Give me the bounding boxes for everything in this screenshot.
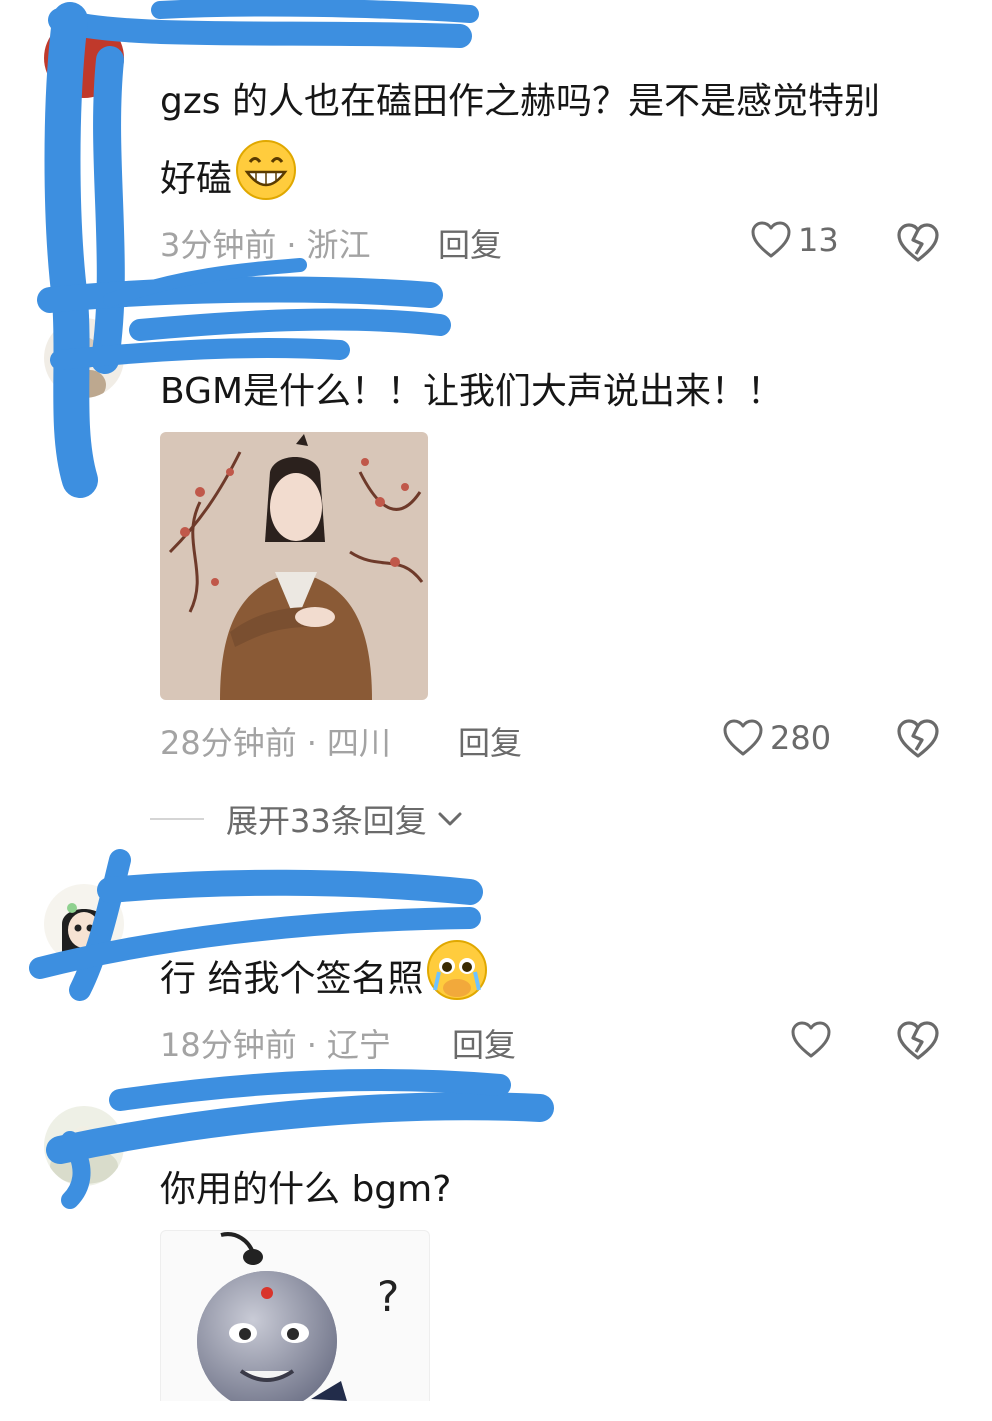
comment-time: 28分钟前: [160, 724, 297, 762]
comment-time: 18分钟前: [160, 1026, 297, 1064]
comment-time: 3分钟前: [160, 226, 277, 264]
separator: ·: [306, 724, 317, 762]
heart-icon: [723, 719, 763, 756]
reply-button[interactable]: 回复: [458, 718, 522, 764]
heart-icon: [791, 1021, 831, 1058]
question-mark: ?: [377, 1272, 399, 1321]
dislike-icon[interactable]: [895, 220, 941, 266]
comment-text: gzs 的人也在磕田作之赫吗？是不是感觉特别: [160, 81, 880, 122]
comment-text: 你用的什么 bgm?: [160, 1169, 452, 1210]
like-button[interactable]: 280: [722, 718, 831, 758]
chevron-down-icon: [438, 812, 462, 826]
dislike-icon[interactable]: [895, 716, 941, 762]
like-button[interactable]: 13: [750, 220, 839, 260]
like-count: 13: [798, 221, 839, 259]
expand-replies-button[interactable]: 展开33条回复: [150, 796, 465, 842]
crying-pleading-emoji-icon: [425, 938, 489, 1023]
divider: [150, 818, 204, 820]
avatar[interactable]: [44, 318, 124, 398]
avatar[interactable]: [44, 18, 124, 98]
comment-location: 浙江: [306, 226, 371, 264]
reply-button[interactable]: 回复: [438, 220, 502, 266]
comment-image[interactable]: [160, 432, 428, 700]
like-count: 280: [770, 719, 832, 757]
separator: ·: [306, 1026, 317, 1064]
grin-emoji-icon: [234, 138, 298, 223]
expand-replies-label: 展开33条回复: [226, 802, 427, 840]
avatar[interactable]: [44, 1106, 124, 1186]
comment-location: 辽宁: [326, 1026, 391, 1064]
avatar[interactable]: [44, 884, 124, 964]
comment-text: 行 给我个签名照: [160, 938, 489, 1023]
comment-meta: 3分钟前 · 浙江: [160, 220, 371, 266]
redaction-scribble: [29, 0, 554, 1209]
comment-location: 四川: [326, 724, 391, 762]
dislike-icon[interactable]: [895, 1018, 941, 1064]
comment-sticker[interactable]: ?: [160, 1230, 430, 1401]
comment-text: BGM是什么！！让我们大声说出来！！: [160, 371, 784, 412]
comment-text: 好磕: [160, 138, 298, 223]
separator: ·: [286, 226, 297, 264]
like-button[interactable]: [790, 1020, 838, 1060]
reply-button[interactable]: 回复: [452, 1020, 516, 1066]
heart-icon: [751, 221, 791, 258]
comment-meta: 28分钟前 · 四川: [160, 718, 391, 764]
comment-meta: 18分钟前 · 辽宁: [160, 1020, 391, 1066]
